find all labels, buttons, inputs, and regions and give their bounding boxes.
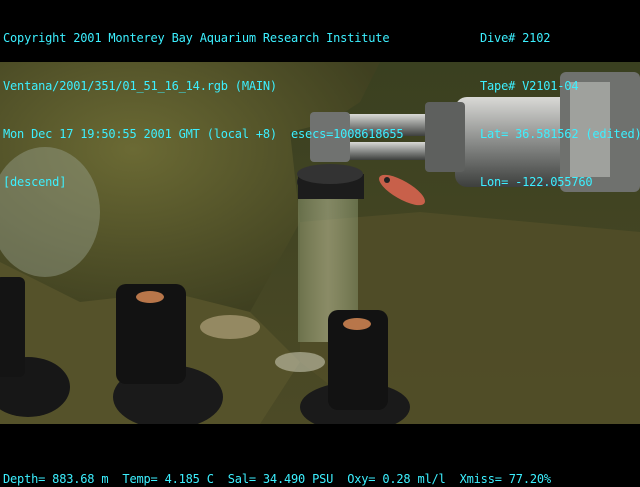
overlay-top-right: Dive# 2102 Tape# V2101-04 Lat= 36.581562… (480, 0, 640, 206)
overlay-dive: Dive# 2102 (480, 31, 551, 45)
overlay-lat: Lat= 36.581562 (edited) (480, 127, 640, 141)
overlay-mode: [descend] (3, 175, 67, 189)
overlay-filename: Ventana/2001/351/01_51_16_14.rgb (MAIN) (3, 79, 277, 93)
overlay-sensor-readout: Depth= 883.68 m Temp= 4.185 C Sal= 34.49… (3, 472, 551, 486)
overlay-copyright: Copyright 2001 Monterey Bay Aquarium Res… (3, 31, 390, 45)
overlay-timestamp: Mon Dec 17 19:50:55 2001 GMT (local +8) … (3, 127, 404, 141)
overlay-top-left: Copyright 2001 Monterey Bay Aquarium Res… (3, 0, 404, 206)
overlay-tape: Tape# V2101-04 (480, 79, 579, 93)
overlay-lon: Lon= -122.055760 (480, 175, 593, 189)
